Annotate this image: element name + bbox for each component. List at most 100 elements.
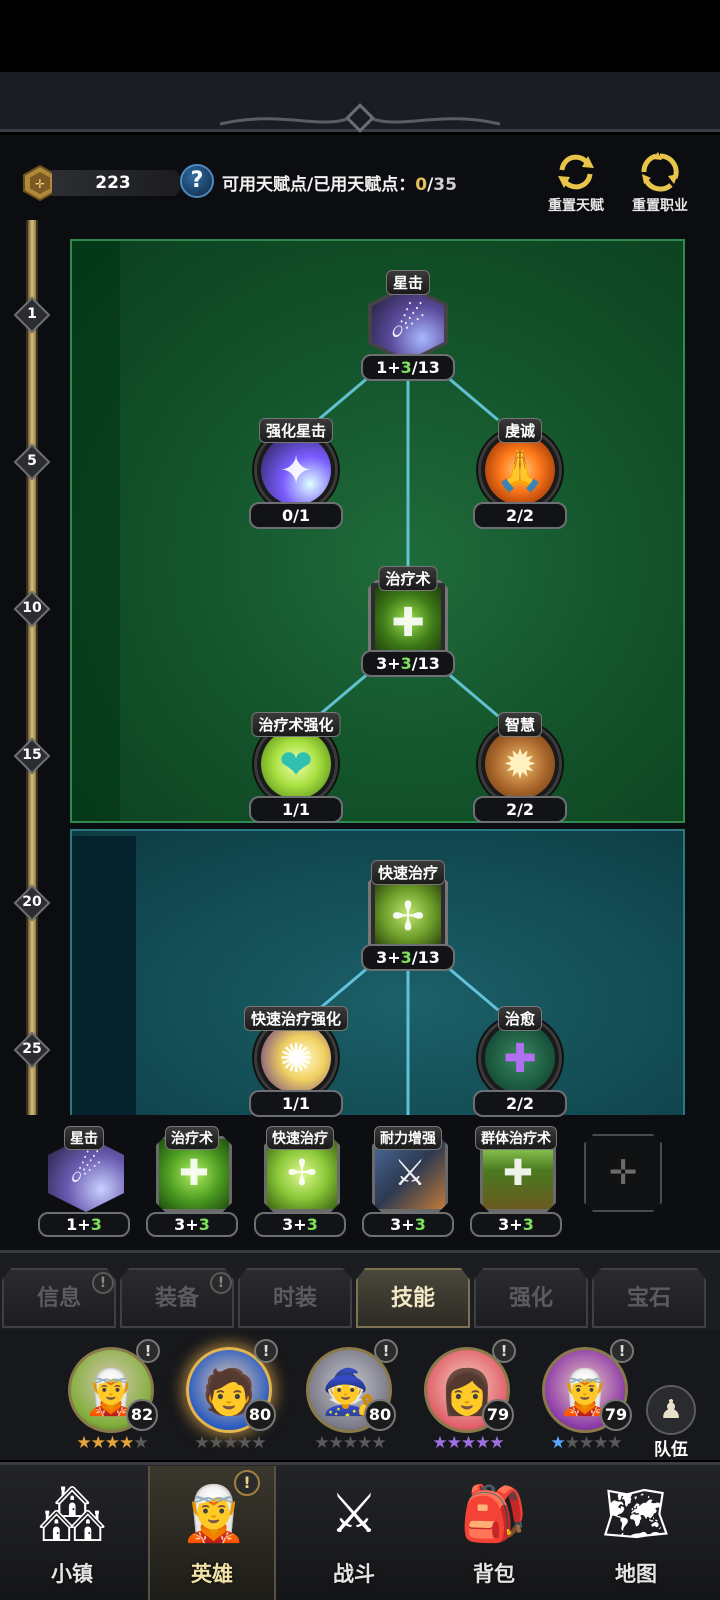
skill-rank: 3+3 — [254, 1212, 346, 1237]
nav-label: 英雄 — [191, 1562, 233, 1586]
notification-icon: ! — [210, 1272, 232, 1294]
chess-pieces-icon: ♟ — [646, 1385, 696, 1435]
empty-skill-slot[interactable]: ✛ — [584, 1134, 662, 1212]
team-button[interactable]: ♟ 队伍 — [642, 1385, 700, 1460]
level-marker: 15 — [13, 737, 51, 775]
skill-slot-stamina-boost[interactable]: 耐力增强 ⚔ 3+3 — [362, 1126, 454, 1242]
talent-node-enhanced-heal[interactable]: 治疗术强化 ❤ 1/1 — [246, 712, 346, 862]
skill-name: 星击 — [64, 1126, 104, 1150]
talent-rank: 3+3/13 — [361, 650, 455, 677]
alert-icon: ! — [492, 1339, 516, 1363]
nav-map[interactable]: 🗺 地图 — [572, 1466, 700, 1600]
meteor-icon: ☄ — [368, 284, 448, 364]
question-icon[interactable]: ? — [180, 164, 214, 198]
talent-rank: 1/1 — [249, 796, 343, 823]
header-ornament — [220, 103, 500, 133]
skill-name: 耐力增强 — [374, 1126, 442, 1150]
talent-name: 快速治疗强化 — [243, 1006, 349, 1031]
talent-name: 治愈 — [497, 1006, 543, 1031]
nav-battle[interactable]: ⚔ 战斗 — [290, 1466, 418, 1600]
notification-icon: ! — [92, 1272, 114, 1294]
skill-rank: 3+3 — [146, 1212, 238, 1237]
alert-icon: ! — [254, 1339, 278, 1363]
talent-label-text: 可用天赋点/已用天赋点： — [222, 175, 416, 195]
fast-heal-icon: ✢ — [368, 874, 448, 954]
skill-rank: 1+3 — [38, 1212, 130, 1237]
total-points: 35 — [433, 175, 457, 195]
refresh-icon — [558, 154, 594, 190]
nav-label: 地图 — [615, 1562, 657, 1586]
skill-name: 群体治疗术 — [475, 1126, 557, 1150]
talent-points-counter: ✛ 223 — [22, 165, 186, 201]
talent-node-fast-heal[interactable]: 快速治疗 ✢ 3+3/13 — [358, 860, 458, 1010]
alert-icon: ! — [234, 1470, 260, 1496]
talent-name: 智慧 — [497, 712, 543, 737]
talent-name: 强化星击 — [258, 418, 334, 443]
crossed-swords-icon: ⚔ — [329, 1482, 379, 1545]
talent-name: 治疗术强化 — [251, 712, 341, 737]
talent-rank: 3+3/13 — [361, 944, 455, 971]
talent-name: 治疗术 — [378, 566, 438, 591]
talent-node-enhanced-star-strike[interactable]: 强化星击 ✦ 0/1 — [246, 418, 346, 568]
hero-stars: ★★★★★ — [550, 1433, 622, 1453]
talent-points-value: 223 — [95, 173, 131, 193]
hero-portrait-3[interactable]: 🧙 ! 80 ★★★★★ — [294, 1337, 404, 1457]
hero-stars: ★★★★★ — [314, 1433, 386, 1453]
team-label: 队伍 — [654, 1440, 688, 1460]
talent-points-label: 可用天赋点/已用天赋点：0/35 — [222, 170, 457, 195]
crosshair-icon: ✛ — [608, 1153, 638, 1193]
hero-portrait-4[interactable]: 👩 ! 79 ★★★★★ — [412, 1337, 522, 1457]
talent-name: 虔诚 — [497, 418, 543, 443]
level-marker: 25 — [13, 1031, 51, 1069]
alert-icon: ! — [610, 1339, 634, 1363]
reset-class-button[interactable]: 重置职业 — [620, 150, 700, 216]
level-rail — [26, 220, 38, 1115]
level-marker: 20 — [13, 884, 51, 922]
cycle-icon — [641, 152, 679, 192]
heal-cross-icon: ✚ — [368, 580, 448, 660]
hero-level: 82 — [126, 1399, 158, 1431]
tab-enhance[interactable]: 强化 — [474, 1268, 588, 1328]
talent-rank: 1+3/13 — [361, 354, 455, 381]
skill-slot-heal[interactable]: 治疗术 ✚ 3+3 — [146, 1126, 238, 1242]
talent-node-heal[interactable]: 治疗术 ✚ 3+3/13 — [358, 566, 458, 716]
nav-label: 战斗 — [333, 1562, 375, 1586]
nav-backpack[interactable]: 🎒 背包 — [430, 1466, 558, 1600]
tab-outfit[interactable]: 时装 — [238, 1268, 352, 1328]
reset-talent-button[interactable]: 重置天赋 — [536, 150, 616, 216]
skill-name: 快速治疗 — [266, 1126, 334, 1150]
nav-label: 背包 — [473, 1562, 515, 1586]
talent-node-wisdom[interactable]: 智慧 ✹ 2/2 — [470, 712, 570, 862]
skill-slot-fast-heal[interactable]: 快速治疗 ✢ 3+3 — [254, 1126, 346, 1242]
town-icon: 🏘 — [37, 1482, 107, 1545]
tab-skills[interactable]: 技能 — [356, 1268, 470, 1328]
skill-name: 治疗术 — [165, 1126, 219, 1150]
skill-slot-star-strike[interactable]: 星击 ☄ 1+3 — [38, 1126, 130, 1242]
hero-portrait-2-selected[interactable]: 🧑 ! 80 ★★★★★ — [174, 1337, 284, 1457]
talent-name: 快速治疗 — [370, 860, 446, 885]
reset-talent-label: 重置天赋 — [548, 198, 604, 214]
level-marker: 1 — [13, 296, 51, 334]
alert-icon: ! — [374, 1339, 398, 1363]
skill-slot-group-heal[interactable]: 群体治疗术 ✚ 3+3 — [470, 1126, 562, 1242]
hero-stars: ★★★★★ — [76, 1433, 148, 1453]
nav-hero[interactable]: 🧝 ! 英雄 — [148, 1466, 276, 1600]
hero-stars: ★★★★★ — [432, 1433, 504, 1453]
nav-town[interactable]: 🏘 小镇 — [8, 1466, 136, 1600]
map-scroll-icon: 🗺 — [601, 1482, 671, 1545]
talent-name: 星击 — [385, 270, 431, 295]
hero-level: 80 — [244, 1399, 276, 1431]
tab-gems[interactable]: 宝石 — [592, 1268, 706, 1328]
hero-level: 79 — [482, 1399, 514, 1431]
hero-portrait-1[interactable]: 🧝 ! 82 ★★★★★ — [56, 1337, 166, 1457]
talent-node-devotion[interactable]: 虔诚 🙏 2/2 — [470, 418, 570, 568]
hero-portrait-5[interactable]: 🧝 ! 79 ★★★★★ — [530, 1337, 640, 1457]
talent-rank: 1/1 — [249, 1090, 343, 1117]
alert-icon: ! — [136, 1339, 160, 1363]
talent-rank: 2/2 — [473, 796, 567, 823]
svg-text:✛: ✛ — [35, 177, 45, 191]
talent-rank: 2/2 — [473, 502, 567, 529]
nav-label: 小镇 — [51, 1562, 93, 1586]
status-bar-area — [0, 0, 720, 72]
talent-node-star-strike[interactable]: 星击 ☄ 1+3/13 — [358, 270, 458, 420]
